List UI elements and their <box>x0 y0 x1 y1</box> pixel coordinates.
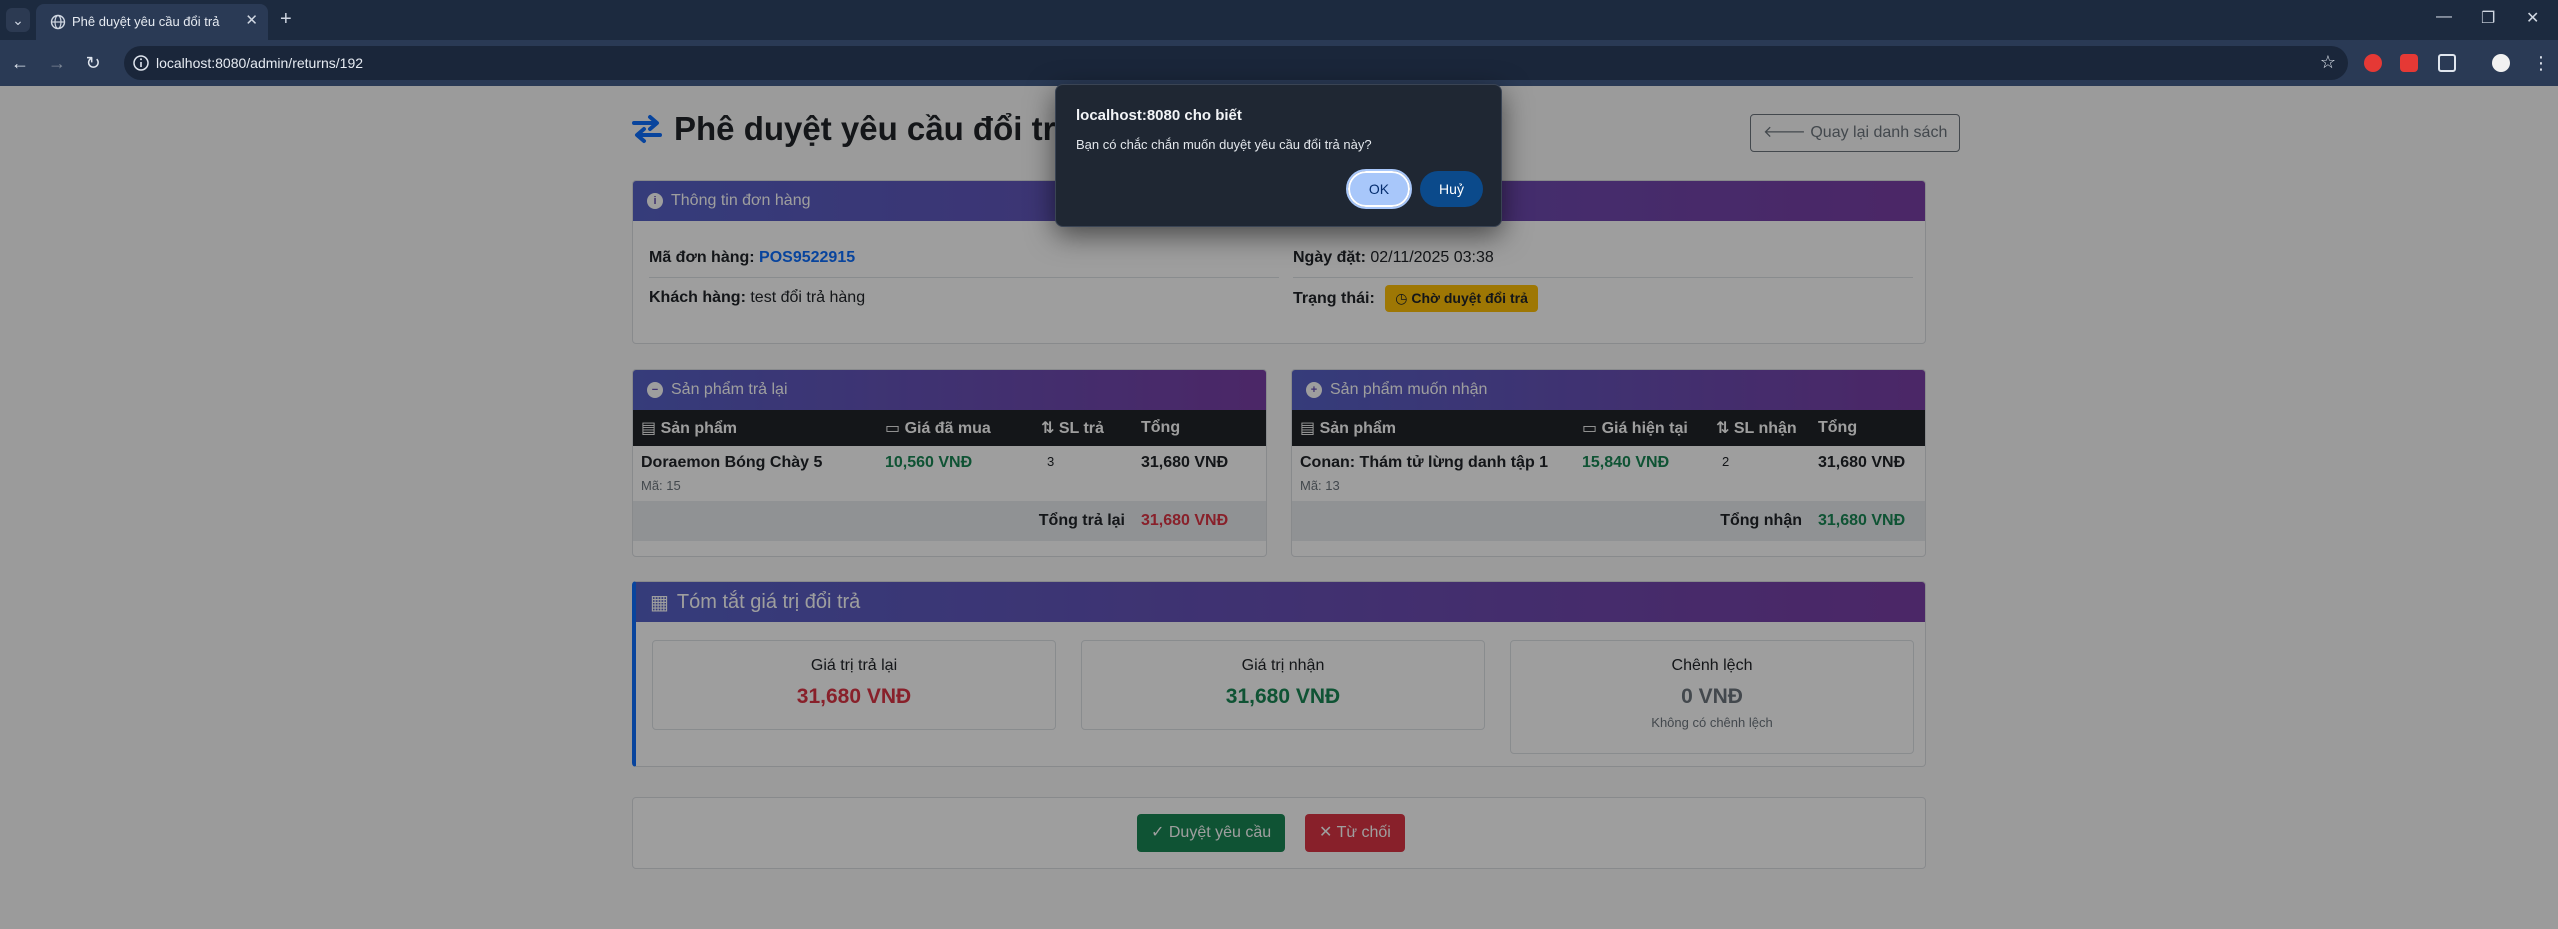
browser-toolbar: ← → ↻ localhost:8080/admin/returns/192 ☆… <box>0 40 2558 86</box>
close-window-icon[interactable]: ✕ <box>2526 8 2539 28</box>
back-arrow-icon[interactable]: ← <box>7 50 33 76</box>
browser-menu-icon[interactable]: ⋮ <box>2528 50 2554 76</box>
dialog-message: Bạn có chắc chắn muốn duyệt yêu cầu đổi … <box>1076 137 1372 152</box>
extension-youtube-icon[interactable] <box>2400 54 2418 72</box>
dialog-cancel-button[interactable]: Huỷ <box>1420 171 1483 207</box>
forward-arrow-icon[interactable]: → <box>44 50 70 76</box>
confirm-dialog: localhost:8080 cho biết Bạn có chắc chắn… <box>1055 84 1502 227</box>
bookmark-star-icon[interactable]: ☆ <box>2320 52 2336 73</box>
extensions-puzzle-icon[interactable] <box>2438 54 2456 72</box>
minimize-icon[interactable]: — <box>2436 8 2452 26</box>
globe-icon <box>50 14 66 30</box>
restore-icon[interactable]: ❐ <box>2481 8 2495 28</box>
reload-icon[interactable]: ↻ <box>80 50 106 76</box>
dialog-ok-button[interactable]: OK <box>1346 169 1412 209</box>
profile-avatar[interactable] <box>2492 54 2510 72</box>
extension-block-icon[interactable] <box>2364 54 2382 72</box>
close-tab-icon[interactable]: ✕ <box>245 12 258 30</box>
browser-tab[interactable]: Phê duyệt yêu cầu đổi trả ✕ <box>36 4 268 40</box>
tab-search-button[interactable]: ⌄ <box>6 8 30 32</box>
tab-title: Phê duyệt yêu cầu đổi trả <box>72 14 220 29</box>
dialog-title: localhost:8080 cho biết <box>1076 107 1242 124</box>
address-bar[interactable]: localhost:8080/admin/returns/192 ☆ <box>124 46 2348 80</box>
new-tab-icon[interactable]: + <box>280 8 292 30</box>
site-info-icon[interactable] <box>132 54 150 72</box>
browser-tab-bar: ⌄ Phê duyệt yêu cầu đổi trả ✕ + — ❐ ✕ <box>0 0 2558 40</box>
url-text: localhost:8080/admin/returns/192 <box>156 55 364 71</box>
